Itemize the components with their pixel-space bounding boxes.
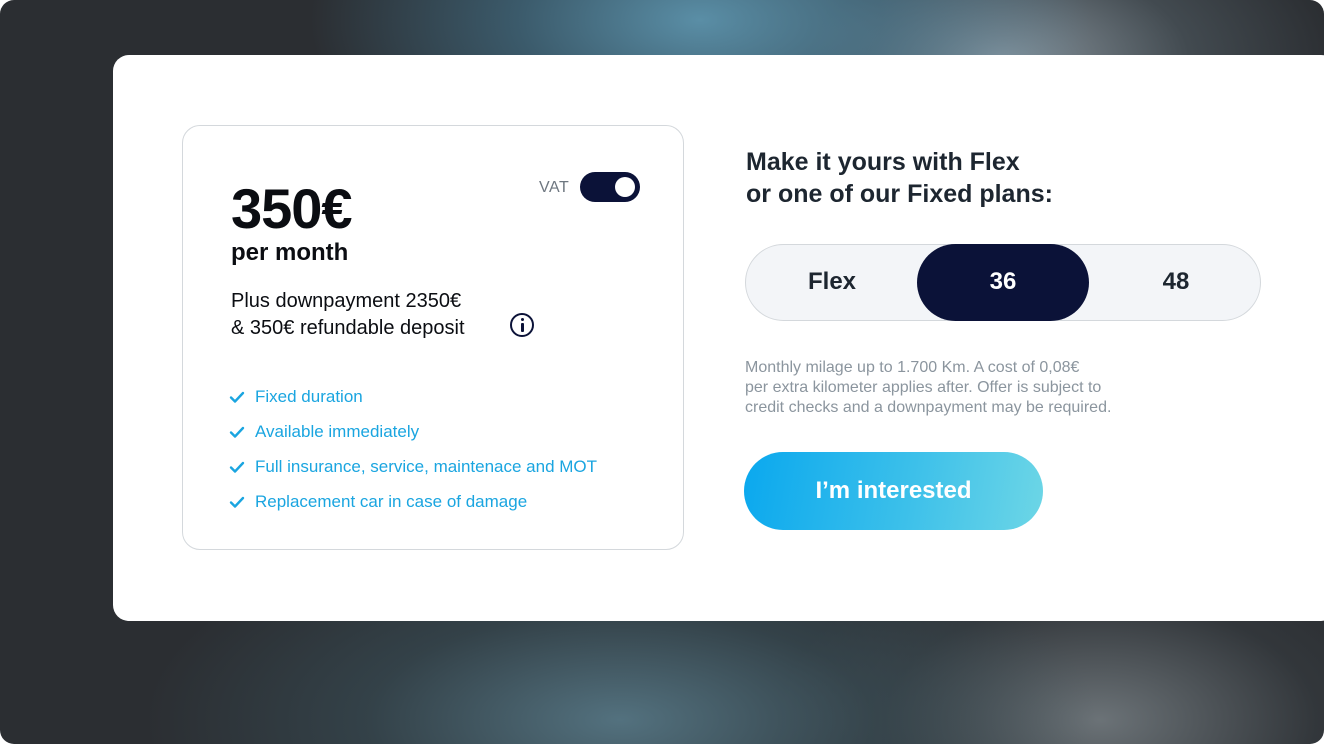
- check-icon: [229, 496, 245, 508]
- monthly-price: 350€: [231, 177, 353, 240]
- toggle-knob: [615, 177, 635, 197]
- downpayment-line: Plus downpayment 2350€: [231, 290, 462, 312]
- check-icon: [229, 391, 245, 403]
- downpayment-text: Plus downpayment 2350€ & 350€ refundable…: [231, 288, 465, 342]
- plan-selector: Flex 36 48: [745, 243, 1262, 321]
- info-icon[interactable]: [510, 313, 534, 337]
- heading-line: Make it yours with Flex: [746, 148, 1020, 176]
- feature-label: Full insurance, service, maintenace and …: [255, 456, 598, 476]
- feature-list: Fixed duration Available immediately Ful…: [229, 379, 597, 519]
- list-item: Full insurance, service, maintenace and …: [229, 449, 597, 484]
- feature-label: Available immediately: [255, 421, 420, 441]
- plans-heading: Make it yours with Flex or one of our Fi…: [746, 146, 1053, 210]
- price-period: per month: [231, 239, 349, 266]
- feature-label: Replacement car in case of damage: [255, 491, 528, 511]
- list-item: Available immediately: [229, 414, 597, 449]
- vat-label: VAT: [539, 179, 570, 196]
- heading-line: or one of our Fixed plans:: [746, 180, 1053, 208]
- check-icon: [229, 461, 245, 473]
- disclaimer-line: Monthly milage up to 1.700 Km. A cost of…: [745, 359, 1080, 376]
- disclaimer-line: per extra kilometer applies after. Offer…: [745, 379, 1102, 396]
- plan-option-flex[interactable]: Flex: [746, 244, 918, 321]
- plan-disclaimer: Monthly milage up to 1.700 Km. A cost of…: [745, 358, 1165, 418]
- list-item: Fixed duration: [229, 379, 597, 414]
- plan-option-48[interactable]: 48: [1090, 244, 1262, 321]
- plan-option-36[interactable]: 36: [917, 243, 1089, 321]
- check-icon: [229, 426, 245, 438]
- vat-toggle[interactable]: [580, 172, 640, 202]
- disclaimer-line: credit checks and a downpayment may be r…: [745, 399, 1112, 416]
- interested-button[interactable]: I’m interested: [744, 452, 1043, 530]
- deposit-line: & 350€ refundable deposit: [231, 317, 465, 339]
- list-item: Replacement car in case of damage: [229, 484, 597, 519]
- price-card: 350€ per month VAT Plus downpayment 2350…: [182, 125, 684, 550]
- feature-label: Fixed duration: [255, 386, 363, 406]
